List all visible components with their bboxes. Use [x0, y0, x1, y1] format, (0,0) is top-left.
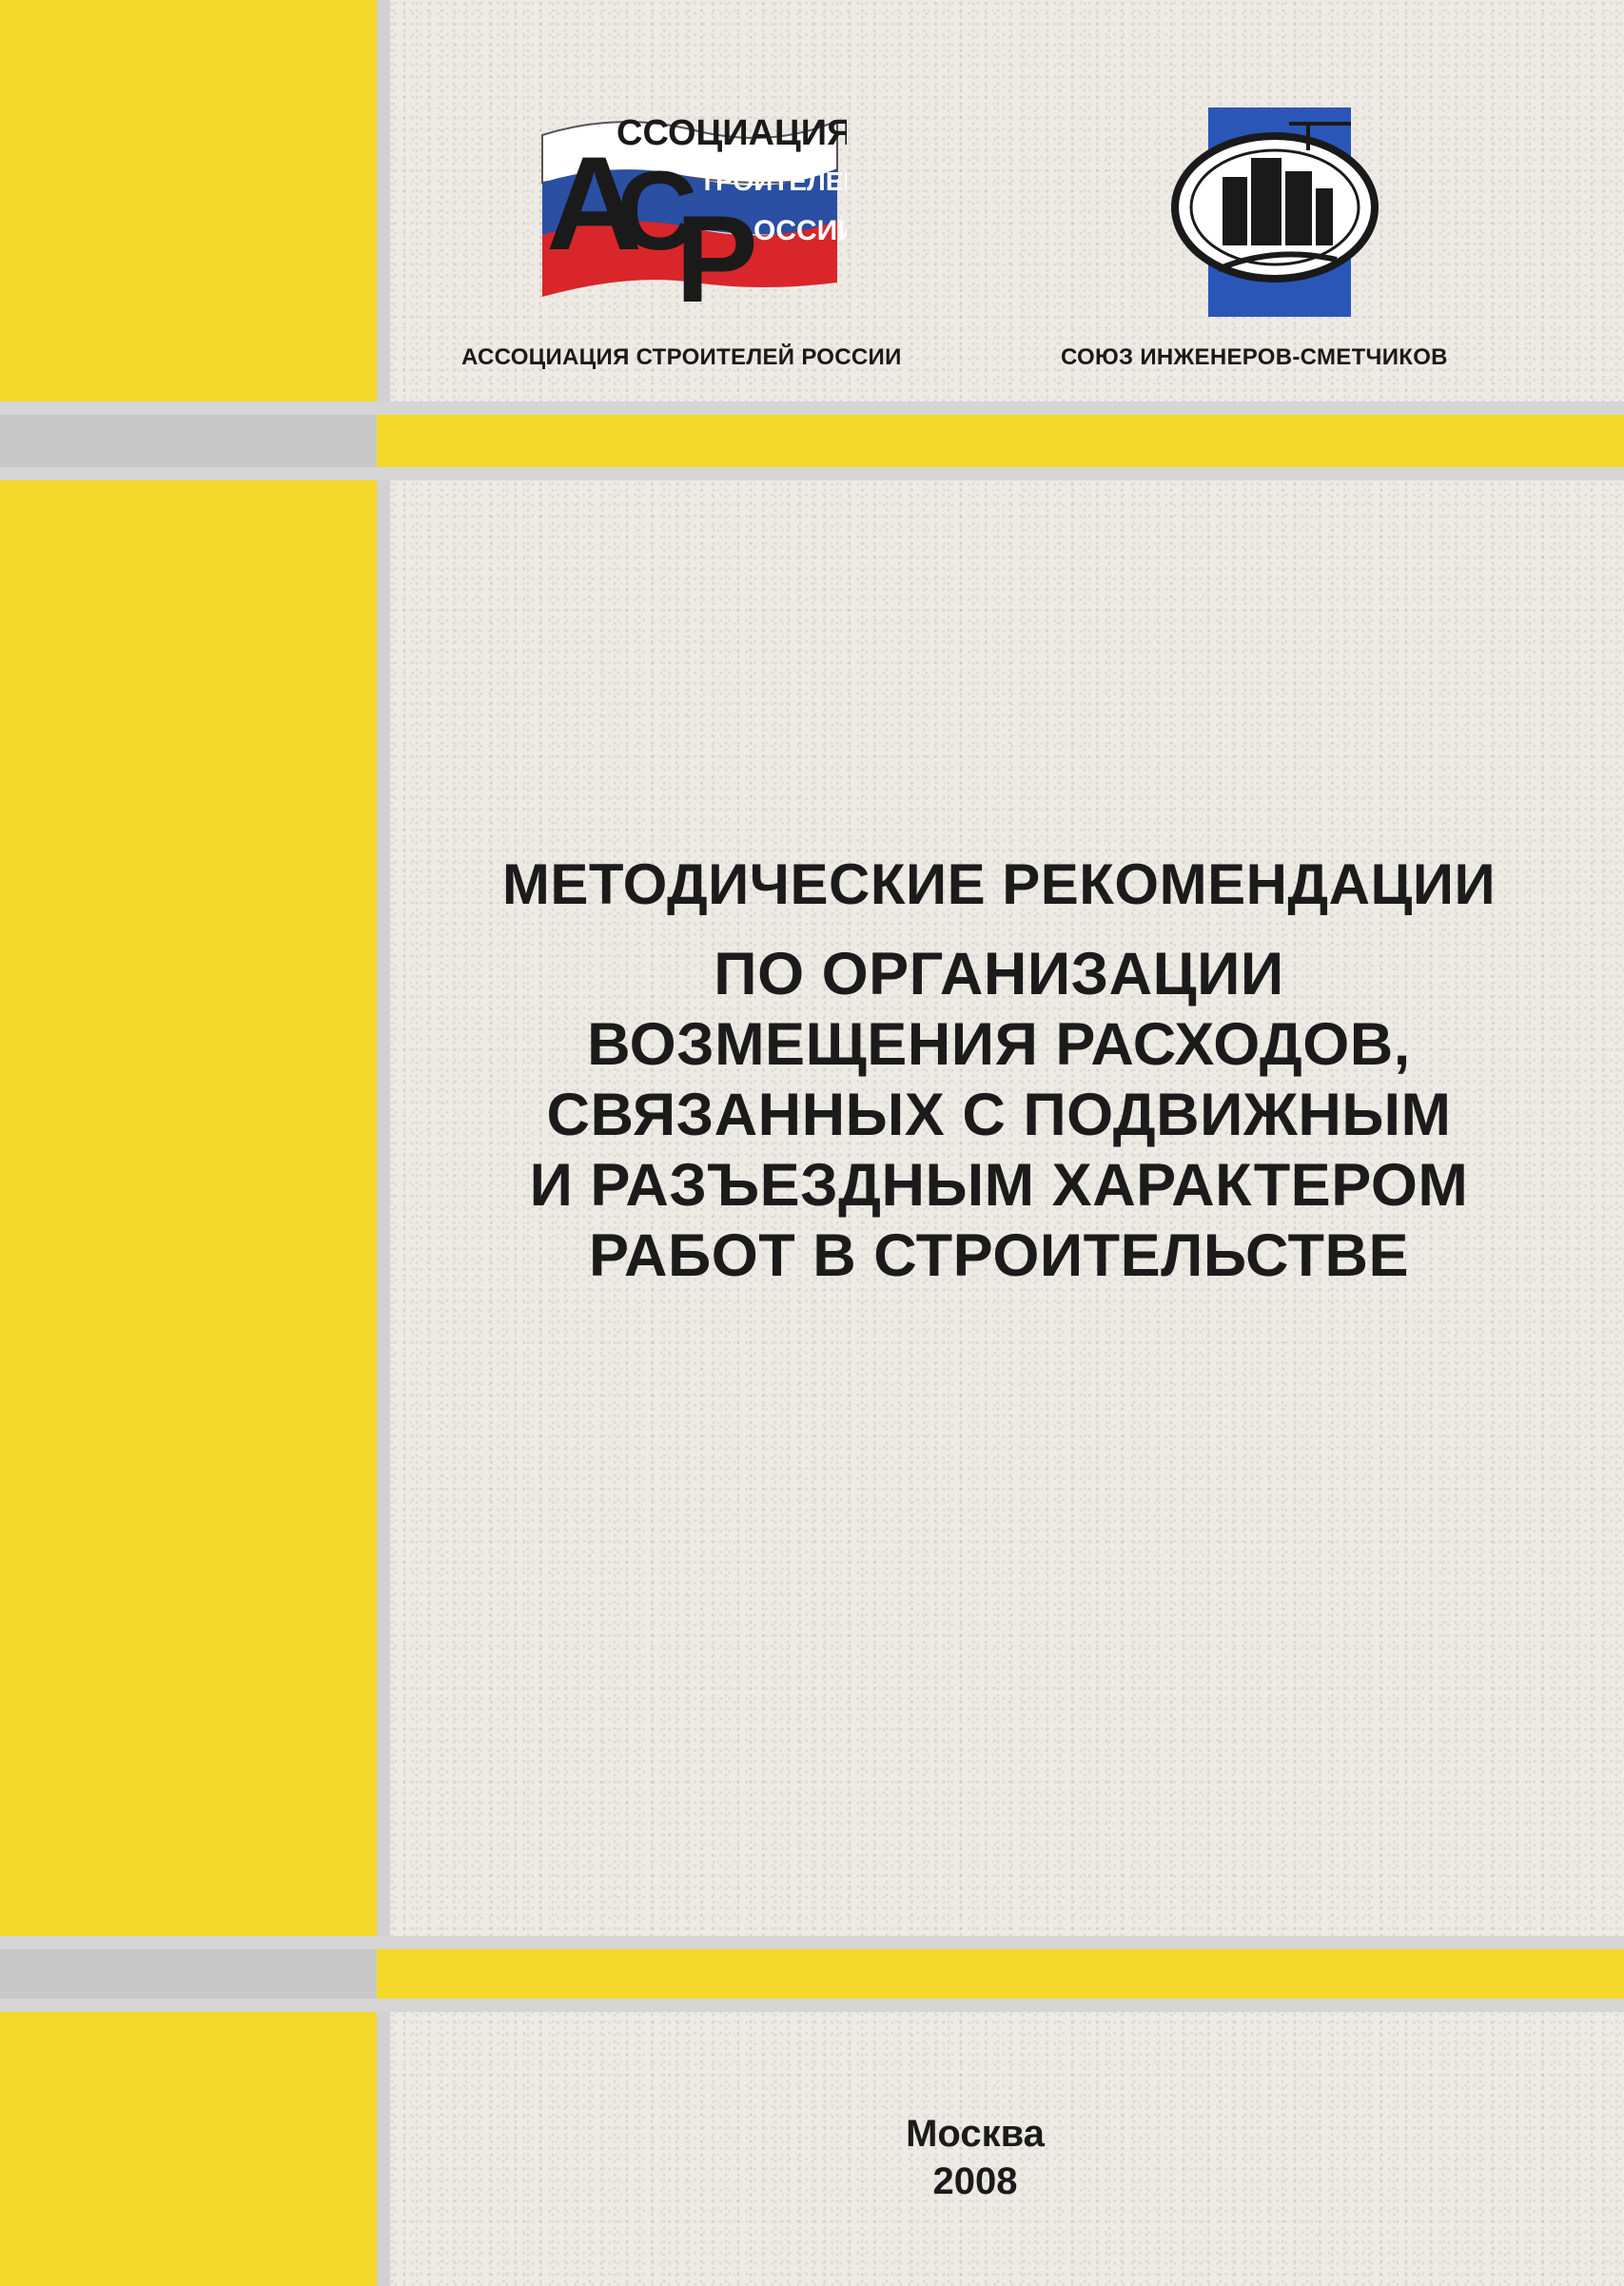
- left-org-caption: АССОЦИАЦИЯ СТРОИТЕЛЕЙ РОССИИ: [461, 344, 902, 370]
- title-line: РАБОТ В СТРОИТЕЛЬСТВЕ: [589, 1222, 1409, 1289]
- title-line: И РАЗЪЕЗДНЫМ ХАРАКТЕРОМ: [529, 1152, 1469, 1219]
- yellow-column-middle: [0, 480, 377, 1936]
- asr-word-1: ССОЦИАЦИЯ: [616, 113, 847, 153]
- lower-yellow-stripe: [377, 1949, 1624, 1999]
- title-line: СВЯЗАННЫХ С ПОДВИЖНЫМ: [546, 1082, 1452, 1148]
- yellow-column-top: [0, 0, 377, 401]
- union-logo: [1171, 107, 1379, 317]
- imprint: Москва 2008: [856, 2110, 1094, 2205]
- title-heading: МЕТОДИЧЕСКИЕ РЕКОМЕНДАЦИИ: [501, 852, 1497, 916]
- asr-word-3: ОССИИ: [753, 215, 847, 246]
- year: 2008: [932, 2160, 1018, 2202]
- document-title: МЕТОДИЧЕСКИЕ РЕКОМЕНДАЦИИ ПО ОРГАНИЗАЦИИ…: [428, 851, 1570, 1291]
- right-org-caption: СОЮЗ ИНЖЕНЕРОВ-СМЕТЧИКОВ: [1061, 344, 1448, 370]
- lower-band: [0, 1936, 1624, 2012]
- title-line: ПО ОРГАНИЗАЦИИ: [714, 941, 1284, 1007]
- city: Москва: [906, 2113, 1045, 2155]
- asr-letter-r: Р: [675, 189, 758, 311]
- asr-word-2: ТРОИТЕЛЕЙ: [699, 166, 847, 196]
- yellow-column-bottom: [0, 2012, 377, 2286]
- upper-yellow-stripe: [377, 415, 1624, 467]
- upper-band: [0, 401, 1624, 480]
- title-line: ВОЗМЕЩЕНИЯ РАСХОДОВ,: [587, 1011, 1411, 1078]
- asr-logo: А С Р ССОЦИАЦИЯ ТРОИТЕЛЕЙ ОССИИ: [541, 113, 847, 311]
- title-subtitle: ПО ОРГАНИЗАЦИИ ВОЗМЕЩЕНИЯ РАСХОДОВ, СВЯЗ…: [428, 939, 1570, 1291]
